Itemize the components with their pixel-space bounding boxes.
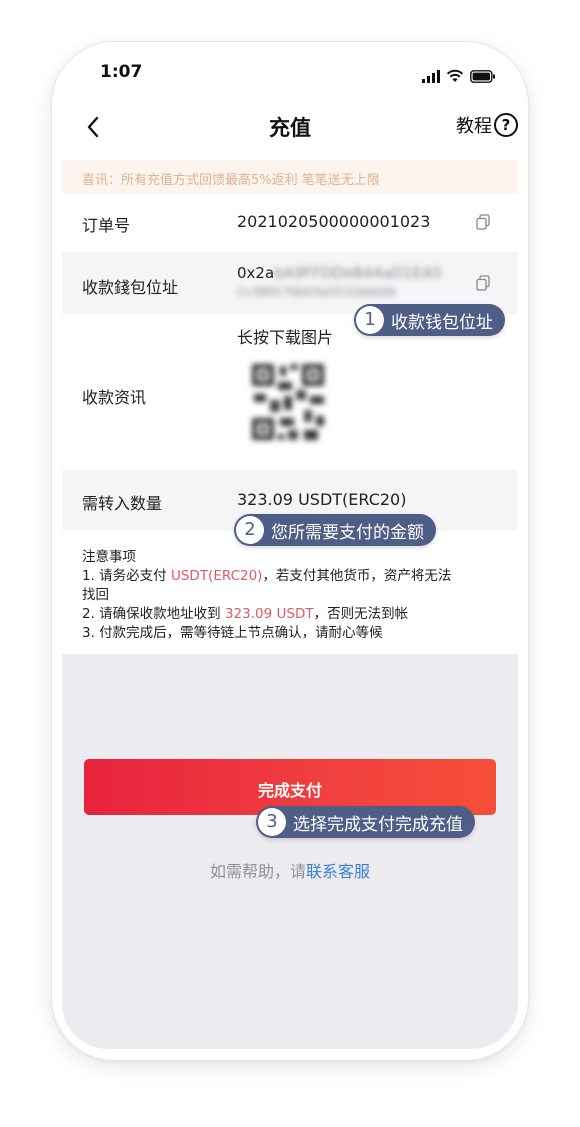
battery-icon: [470, 69, 495, 83]
notes-line-1-highlight: USDT(ERC20): [170, 568, 263, 584]
signal-icon: [422, 69, 440, 83]
help-text: 如需帮助，请联系客服: [62, 858, 518, 882]
promo-notice: 喜讯：所有充值方式回馈最高5%返利 笔笔送无上限: [62, 160, 518, 194]
order-number-value: 2021020500000001023: [237, 212, 431, 231]
copy-icon[interactable]: [476, 214, 490, 230]
notes-line-1-suffix: ，若支付其他货币，资产将无法: [262, 568, 452, 584]
qr-download-hint: 长按下载图片: [237, 328, 334, 347]
promo-notice-text: 喜讯：所有充值方式回馈最高5%返利 笔笔送无上限: [82, 173, 380, 188]
notes-line-1-prefix: 1. 请务必支付: [82, 568, 171, 584]
wallet-address-blurred: bA9FFDDeB44aD1EA5: [274, 264, 443, 282]
wifi-icon: [446, 69, 464, 82]
page-title: 充值: [269, 116, 311, 140]
callout-2-number: 2: [236, 516, 264, 544]
amount-label: 需转入数量: [82, 494, 163, 513]
notes-section: 注意事项 1. 请务必支付 USDT(ERC20)，若支付其他货币，资产将无法 …: [62, 530, 518, 654]
tutorial-label: 教程: [456, 116, 492, 137]
tutorial-button[interactable]: 教程 ?: [456, 112, 518, 138]
notes-line-2-prefix: 2. 请确保收款地址收到: [82, 606, 225, 622]
complete-payment-label: 完成支付: [257, 781, 322, 800]
notes-line-1-cont: 找回: [82, 587, 109, 603]
qr-code[interactable]: [248, 360, 328, 444]
copy-icon[interactable]: [476, 275, 490, 291]
callout-3-text: 选择完成支付完成充值: [293, 814, 463, 835]
payment-info-label: 收款资讯: [82, 388, 147, 407]
status-bar: 1:07: [62, 54, 518, 96]
wallet-address-line2: Cc38917​6b03a5532bbb0b: [237, 285, 397, 299]
callout-3: 3 选择完成支付完成充值: [256, 806, 475, 838]
payment-info-row: 收款资讯 长按下载图片: [62, 314, 518, 470]
status-icons: [422, 68, 496, 84]
wallet-address-label: 收款錢包位址: [82, 278, 179, 297]
callout-2-text: 您所需要支付的金额: [271, 522, 424, 543]
nav-bar: 充值 教程 ?: [62, 96, 518, 160]
app-screen: 1:07 充值 教程 ? 喜讯：所有充值方式回馈最高5%返利 笔笔送无上限 订单…: [62, 54, 518, 1049]
callout-3-number: 3: [258, 808, 286, 836]
wallet-address-prefix: 0x2a: [237, 264, 275, 282]
callout-1: 1 收款钱包位址: [354, 304, 505, 336]
notes-title: 注意事项: [82, 549, 136, 565]
callout-1-text: 收款钱包位址: [391, 312, 493, 333]
notes-line-2: 2. 请确保收款地址收到 323.09 USDT，否则无法到帐: [82, 602, 408, 622]
order-number-label: 订单号: [82, 216, 131, 235]
notes-line-2-suffix: ，否则无法到帐: [313, 606, 409, 622]
help-prefix: 如需帮助，请: [209, 862, 306, 881]
notes-line-1: 1. 请务必支付 USDT(ERC20)，若支付其他货币，资产将无法: [82, 564, 451, 584]
amount-value: 323.09 USDT(ERC20): [237, 490, 407, 509]
order-number-row: 订单号 2021020500000001023: [62, 194, 518, 252]
wallet-address-line1: 0x2abA9FFDDeB44aD1EA5: [237, 264, 442, 282]
callout-1-number: 1: [356, 306, 384, 334]
notes-line-2-highlight: 323.09 USDT: [224, 606, 314, 622]
callout-2: 2 您所需要支付的金额: [234, 514, 436, 546]
contact-support-link[interactable]: 联系客服: [306, 862, 370, 881]
notes-line-3: 3. 付款完成后，需等待链上节点确认，请耐心等候: [82, 625, 383, 641]
question-icon: ?: [494, 113, 518, 137]
status-time: 1:07: [100, 62, 143, 82]
